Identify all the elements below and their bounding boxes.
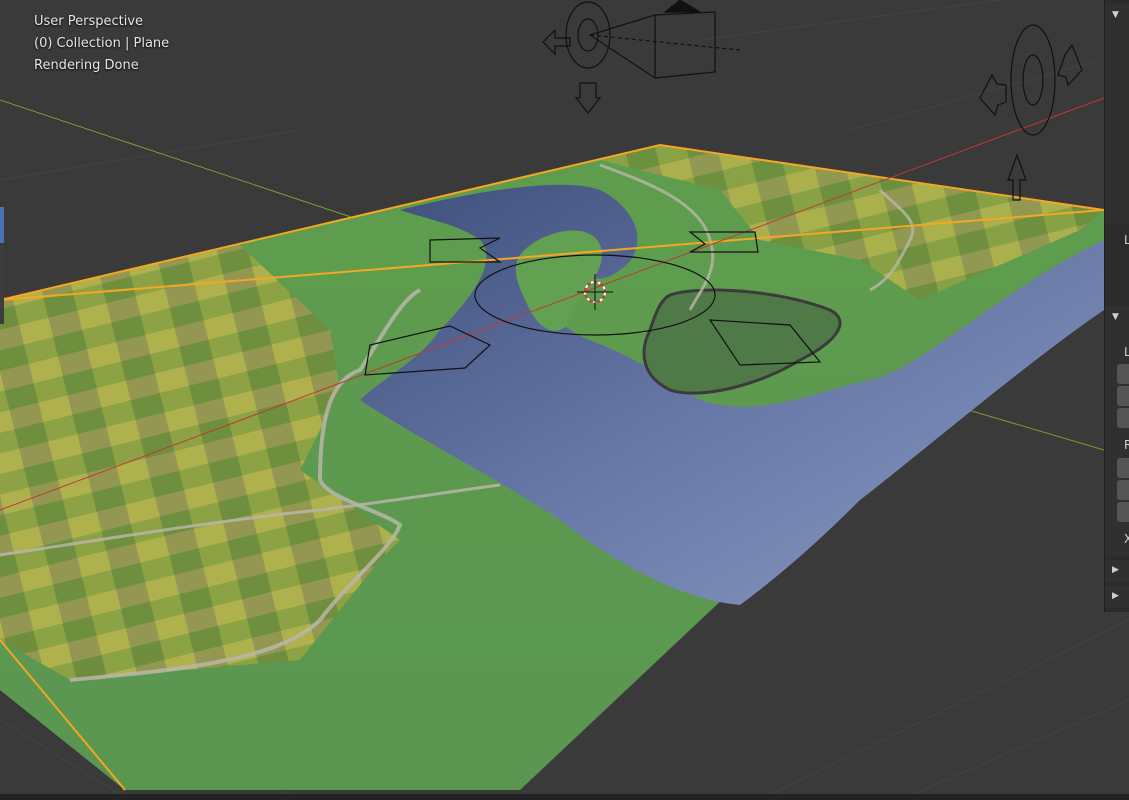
panel-field[interactable] bbox=[1117, 386, 1129, 406]
properties-side-panel[interactable]: ▼ L ▼ L R X ▶ ▶ bbox=[1104, 0, 1129, 612]
panel-field[interactable] bbox=[1117, 408, 1129, 428]
panel-section-4[interactable]: ▶ bbox=[1105, 586, 1129, 608]
toolbar-tab[interactable] bbox=[0, 207, 4, 243]
panel-label-l2: L bbox=[1124, 345, 1129, 359]
panel-section-1[interactable]: ▼ bbox=[1105, 4, 1129, 224]
collapse-arrow-icon[interactable]: ▼ bbox=[1112, 312, 1119, 322]
panel-label-r: R bbox=[1124, 438, 1129, 452]
panel-field[interactable] bbox=[1117, 480, 1129, 500]
panel-label-l: L bbox=[1124, 233, 1129, 247]
expand-arrow-icon[interactable]: ▶ bbox=[1112, 565, 1119, 575]
panel-field[interactable] bbox=[1117, 364, 1129, 384]
render-status-label: Rendering Done bbox=[34, 58, 139, 73]
view-name-label: User Perspective bbox=[34, 14, 144, 29]
camera-gizmo[interactable] bbox=[588, 0, 741, 79]
panel-field[interactable] bbox=[1117, 502, 1129, 522]
panel-section-3[interactable]: ▶ bbox=[1105, 560, 1129, 582]
panel-field[interactable] bbox=[1117, 458, 1129, 478]
viewport-canvas[interactable] bbox=[0, 0, 1129, 800]
collection-info-label: (0) Collection | Plane bbox=[34, 36, 170, 51]
light-gizmo-top[interactable] bbox=[542, 1, 611, 114]
status-bar bbox=[0, 794, 1129, 800]
expand-arrow-icon[interactable]: ▶ bbox=[1112, 591, 1119, 601]
light-gizmo-right[interactable] bbox=[979, 24, 1083, 201]
panel-label-x: X bbox=[1124, 532, 1129, 546]
terrain-plane[interactable] bbox=[0, 145, 1104, 790]
3d-viewport[interactable]: User Perspective (0) Collection | Plane … bbox=[0, 0, 1129, 800]
toolbar-tab-inactive[interactable] bbox=[0, 244, 4, 324]
collapse-arrow-icon[interactable]: ▼ bbox=[1112, 10, 1119, 20]
